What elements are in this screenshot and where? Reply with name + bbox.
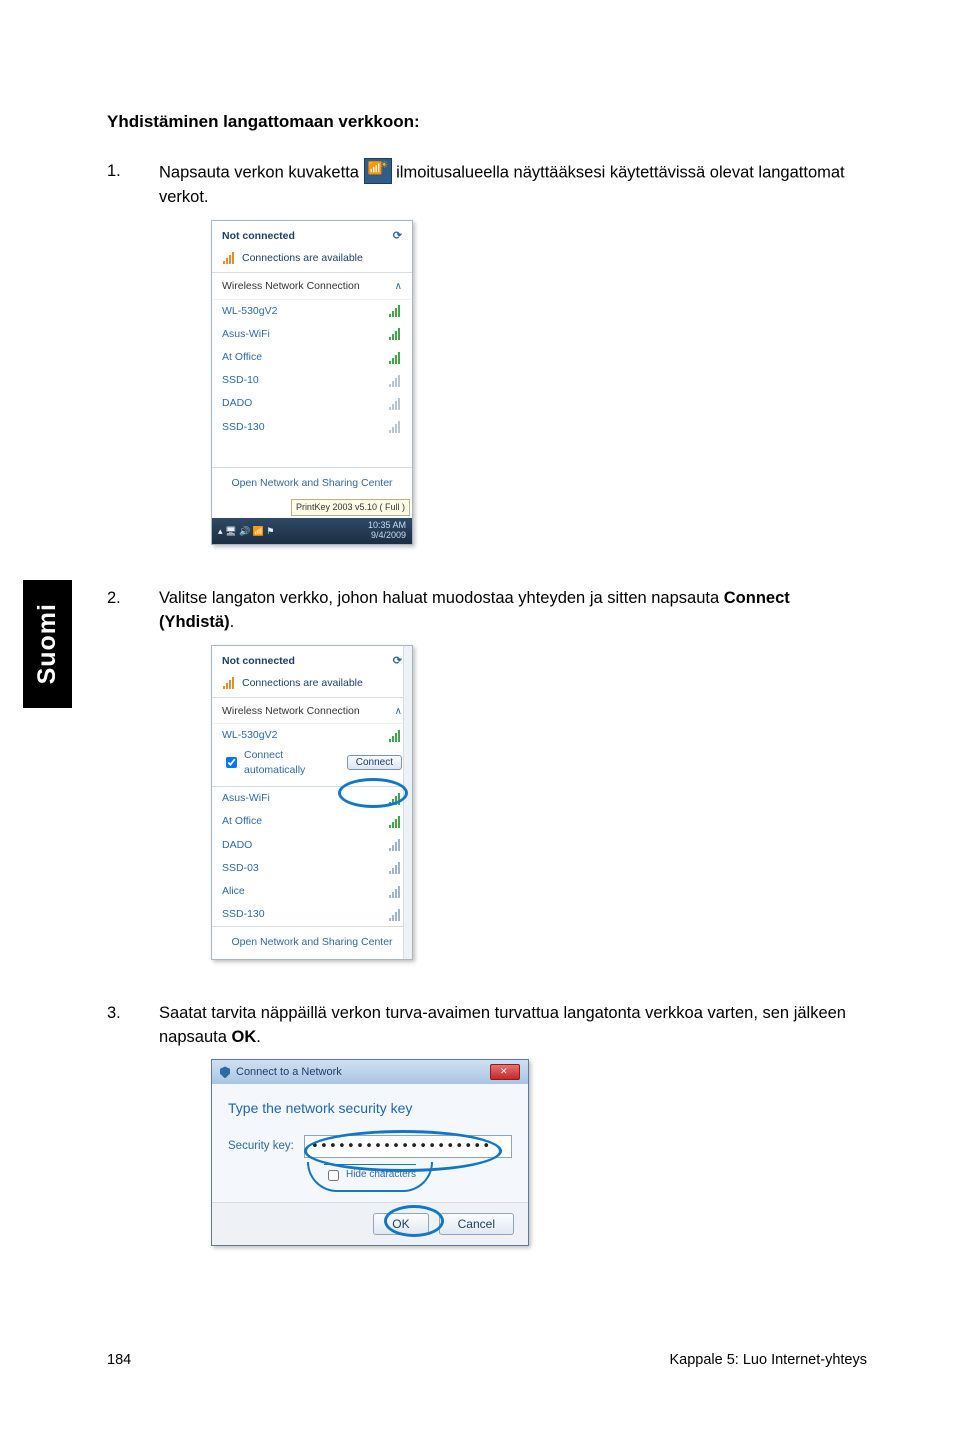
signal-icon (388, 375, 402, 387)
tray-icons[interactable]: ▴ 🖥 🔊 📶 ⚑ (218, 525, 274, 538)
wireless-section-header: Wireless Network Connection (212, 698, 412, 725)
network-item[interactable]: DADO (212, 834, 412, 857)
selected-network-name: WL-530gV2 (222, 728, 277, 743)
tooltip: PrintKey 2003 v5.10 ( Full ) (291, 499, 410, 516)
shield-icon (220, 1066, 230, 1078)
network-name: SSD-130 (222, 907, 265, 922)
section-heading: Yhdistäminen langattomaan verkkoon: (107, 112, 867, 132)
network-name: WL-530gV2 (222, 304, 277, 319)
step-2-text-pre: Valitse langaton verkko, johon haluat mu… (159, 589, 724, 607)
network-name: DADO (222, 838, 252, 853)
signal-icon (388, 398, 402, 410)
network-name: At Office (222, 350, 262, 365)
hide-characters-label: Hide characters (346, 1168, 416, 1183)
signal-icon (388, 421, 402, 433)
network-name: Asus-WiFi (222, 791, 270, 806)
wireless-section-header: Wireless Network Connection (212, 273, 412, 300)
ok-button[interactable]: OK (373, 1213, 428, 1235)
step-1-body: Napsauta verkon kuvaketta ilmoitusalueel… (159, 160, 867, 563)
hide-characters-checkbox[interactable] (328, 1170, 339, 1181)
collapse-icon[interactable] (395, 279, 402, 295)
step-3-text-pre: Saatat tarvita näppäillä verkon turva-av… (159, 1004, 846, 1046)
connect-automatically-label: Connect automatically (244, 748, 339, 778)
network-name: SSD-03 (222, 861, 259, 876)
step-number: 2. (107, 587, 159, 978)
open-network-center-link[interactable]: Open Network and Sharing Center (212, 926, 412, 958)
signal-icon (388, 730, 402, 742)
signal-icon (388, 305, 402, 317)
scrollbar[interactable] (403, 646, 412, 959)
network-item[interactable]: At Office (212, 346, 412, 369)
signal-icon (388, 793, 402, 805)
signal-icon (388, 839, 402, 851)
screenshot-network-list: Not connected Connections are available (211, 220, 413, 545)
network-name: SSD-130 (222, 420, 265, 435)
network-item[interactable]: Asus-WiFi (212, 323, 412, 346)
network-name: SSD-10 (222, 373, 259, 388)
dialog-prompt: Type the network security key (228, 1098, 512, 1118)
step-number: 3. (107, 1002, 159, 1247)
wireless-section-label: Wireless Network Connection (222, 704, 360, 720)
signal-icon (388, 328, 402, 340)
step-2-body: Valitse langaton verkko, johon haluat mu… (159, 587, 867, 978)
network-item[interactable]: At Office (212, 810, 412, 833)
signal-icon (388, 909, 402, 921)
step-3-bold: OK (231, 1028, 256, 1046)
collapse-icon[interactable] (395, 704, 402, 720)
refresh-icon[interactable] (393, 229, 402, 245)
selected-network-block: WL-530gV2 Connect automatically Connect (212, 724, 412, 787)
page-number: 184 (107, 1352, 131, 1368)
cancel-button[interactable]: Cancel (439, 1213, 514, 1235)
wireless-section-label: Wireless Network Connection (222, 279, 360, 295)
status-text: Not connected (222, 229, 295, 244)
signal-icon (388, 886, 402, 898)
step-2-text-post: . (230, 613, 235, 631)
step-3-body: Saatat tarvita näppäillä verkon turva-av… (159, 1002, 867, 1247)
step-1-text-pre: Napsauta verkon kuvaketta (159, 163, 364, 181)
network-item[interactable]: WL-530gV2 (212, 300, 412, 323)
connect-button[interactable]: Connect (347, 755, 402, 770)
signal-icon (388, 862, 402, 874)
taskbar: ▴ 🖥 🔊 📶 ⚑ 10:35 AM 9/4/2009 (212, 518, 412, 544)
step-number: 1. (107, 160, 159, 563)
side-language-label: Suomi (33, 603, 62, 684)
network-item[interactable]: SSD-130 (212, 903, 412, 926)
network-item[interactable]: Asus-WiFi (212, 787, 412, 810)
side-language-tab: Suomi (23, 580, 72, 708)
open-network-center-link[interactable]: Open Network and Sharing Center (212, 467, 412, 499)
network-item[interactable]: SSD-130 (212, 416, 412, 439)
security-key-input[interactable] (304, 1135, 512, 1158)
network-tray-icon (364, 158, 392, 184)
dialog-titlebar: Connect to a Network (212, 1060, 528, 1084)
network-item[interactable]: SSD-03 (212, 857, 412, 880)
refresh-icon[interactable] (393, 654, 402, 670)
signal-icon (222, 252, 236, 264)
status-text: Not connected (222, 654, 295, 669)
connections-available-text: Connections are available (242, 676, 363, 691)
chapter-label: Kappale 5: Luo Internet-yhteys (670, 1352, 868, 1368)
signal-icon (222, 677, 236, 689)
step-3-text-post: . (256, 1028, 261, 1046)
network-name: At Office (222, 814, 262, 829)
network-name: DADO (222, 396, 252, 411)
network-item[interactable]: SSD-10 (212, 369, 412, 392)
network-item[interactable]: Alice (212, 880, 412, 903)
signal-icon (388, 352, 402, 364)
network-name: Alice (222, 884, 245, 899)
screenshot-security-key-dialog: Connect to a Network Type the network se… (211, 1059, 529, 1246)
network-item[interactable]: DADO (212, 392, 412, 415)
connect-automatically-checkbox[interactable] (226, 757, 237, 768)
connections-available-text: Connections are available (242, 251, 363, 266)
close-button[interactable] (490, 1064, 520, 1080)
network-name: Asus-WiFi (222, 327, 270, 342)
security-key-label: Security key: (228, 1138, 294, 1155)
clock-date: 9/4/2009 (368, 531, 406, 541)
signal-icon (388, 816, 402, 828)
screenshot-connect-panel: Not connected Connections are available (211, 645, 413, 960)
dialog-title: Connect to a Network (236, 1065, 342, 1081)
